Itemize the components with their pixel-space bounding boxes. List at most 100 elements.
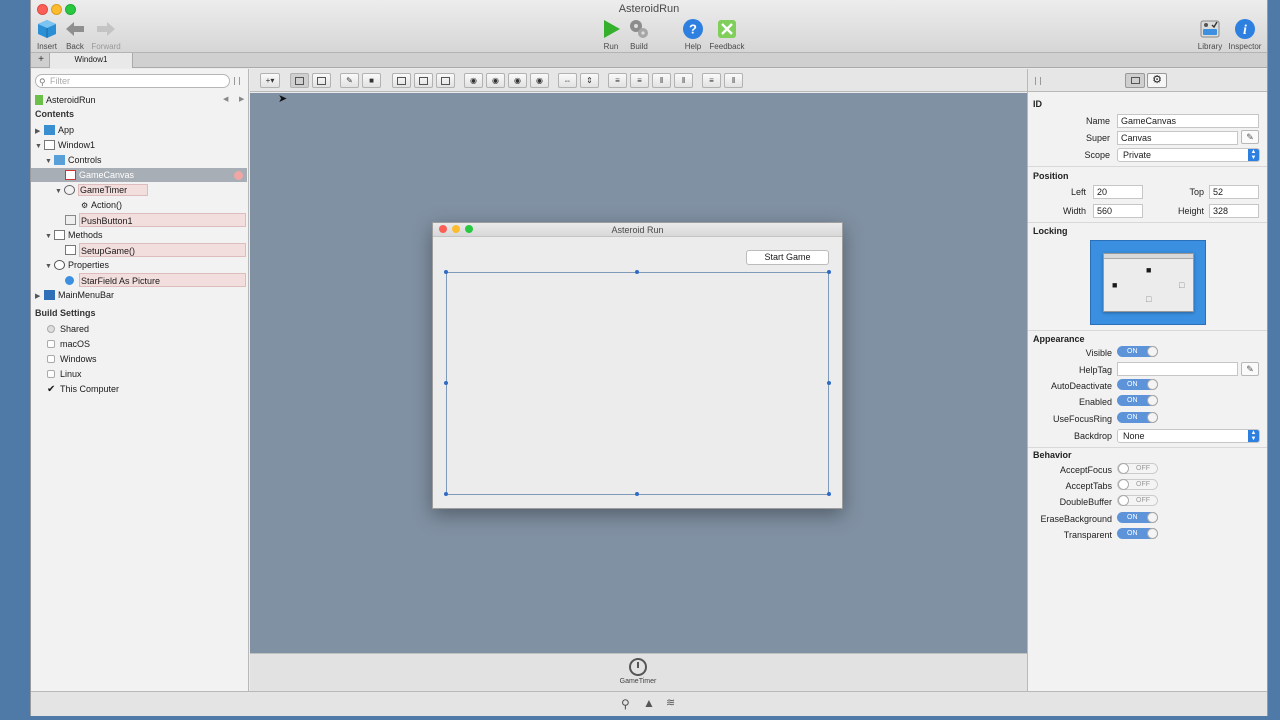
start-game-button[interactable]: Start Game bbox=[746, 250, 829, 265]
filter-input[interactable]: ⚲ Filter bbox=[35, 74, 230, 88]
erasebackground-toggle[interactable]: ON bbox=[1117, 512, 1158, 523]
view-tab-order-button[interactable] bbox=[312, 73, 331, 88]
width-field[interactable]: 560 bbox=[1093, 204, 1143, 218]
visible-toggle[interactable]: ON bbox=[1117, 346, 1158, 357]
back-button[interactable]: Back bbox=[61, 17, 89, 51]
backdrop-select[interactable]: None ▲ ▼ bbox=[1117, 429, 1260, 443]
build-windows[interactable]: Windows bbox=[47, 352, 97, 366]
delete-badge-icon[interactable] bbox=[234, 171, 243, 180]
enabled-toggle[interactable]: ON bbox=[1117, 395, 1158, 406]
resize-handle[interactable] bbox=[635, 492, 639, 496]
sidebar-item-app[interactable]: ▶ App bbox=[35, 123, 74, 137]
warning-icon[interactable]: ▲ bbox=[643, 696, 655, 710]
resize-handle[interactable] bbox=[444, 492, 448, 496]
order-back-button[interactable] bbox=[414, 73, 433, 88]
sidebar-item-properties[interactable]: ▼ Properties bbox=[45, 258, 109, 272]
designer-window-preview[interactable]: Asteroid Run Start Game bbox=[432, 222, 843, 509]
lock-button[interactable]: ■ bbox=[362, 73, 381, 88]
build-macos[interactable]: macOS bbox=[47, 337, 90, 351]
sidebar-item-window1[interactable]: ▼ Window1 bbox=[35, 138, 95, 152]
linux-checkbox[interactable] bbox=[47, 370, 55, 378]
tab-window1[interactable]: Window1 bbox=[49, 53, 133, 68]
lock-top-icon[interactable]: ■ bbox=[1146, 265, 1151, 275]
doublebuffer-toggle[interactable]: OFF bbox=[1117, 495, 1158, 506]
disclosure-right-icon[interactable]: ▶ bbox=[35, 290, 44, 304]
usefocusring-toggle[interactable]: ON bbox=[1117, 412, 1158, 423]
resize-handle[interactable] bbox=[827, 381, 831, 385]
sidebar-item-mainmenubar[interactable]: ▶ MainMenuBar bbox=[35, 288, 114, 302]
align-1-button[interactable]: ◉ bbox=[464, 73, 483, 88]
edit-button[interactable]: ✎ bbox=[340, 73, 359, 88]
top-field[interactable]: 52 bbox=[1209, 185, 1259, 199]
sidebar-item-setupgame[interactable]: SetupGame() bbox=[65, 243, 246, 257]
disclosure-down-icon[interactable]: ▼ bbox=[45, 155, 54, 169]
insert-button[interactable]: Insert bbox=[33, 17, 61, 51]
sidebar-item-gamecanvas[interactable]: GameCanvas bbox=[31, 168, 247, 182]
build-button[interactable]: Build bbox=[625, 17, 653, 51]
space-h-button[interactable]: ≡ bbox=[702, 73, 721, 88]
feedback-button[interactable]: Feedback bbox=[707, 17, 747, 51]
view-layout-button[interactable] bbox=[290, 73, 309, 88]
prev-arrow-icon[interactable]: ◀ bbox=[223, 93, 228, 107]
disclosure-down-icon[interactable]: ▼ bbox=[55, 185, 64, 199]
id-tab-button[interactable] bbox=[1125, 73, 1145, 88]
feed-icon[interactable]: ≋ bbox=[666, 696, 675, 709]
splitter-grip-icon[interactable] bbox=[234, 77, 240, 85]
space-v-button[interactable]: ‖ bbox=[724, 73, 743, 88]
sidebar-item-gametimer[interactable]: ▼ GameTimer bbox=[55, 183, 149, 199]
unlock-bottom-icon[interactable]: □ bbox=[1146, 294, 1151, 304]
inspector-button[interactable]: i Inspector bbox=[1227, 17, 1263, 51]
sidebar-item-action-event[interactable]: ⚙ Action() bbox=[81, 198, 122, 212]
unlock-right-icon[interactable]: □ bbox=[1179, 280, 1184, 290]
disclosure-down-icon[interactable]: ▼ bbox=[35, 140, 44, 154]
resize-handle[interactable] bbox=[827, 270, 831, 274]
align-right-button[interactable]: ≡ bbox=[630, 73, 649, 88]
add-item-button[interactable]: +▾ bbox=[260, 73, 280, 88]
search-icon[interactable]: ⚲ bbox=[621, 697, 630, 711]
super-edit-button[interactable]: ✎ bbox=[1241, 130, 1259, 144]
align-2-button[interactable]: ◉ bbox=[486, 73, 505, 88]
height-field[interactable]: 328 bbox=[1209, 204, 1259, 218]
tray-item-gametimer[interactable]: GameTimer bbox=[618, 658, 658, 685]
settings-tab-button[interactable]: ⚙ bbox=[1147, 73, 1167, 88]
distribute-h-button[interactable]: ⇔ bbox=[558, 73, 577, 88]
forward-button[interactable]: Forward bbox=[89, 17, 123, 51]
disclosure-right-icon[interactable]: ▶ bbox=[35, 125, 44, 139]
resize-handle[interactable] bbox=[635, 270, 639, 274]
autodeactivate-toggle[interactable]: ON bbox=[1117, 379, 1158, 390]
acceptfocus-toggle[interactable]: OFF bbox=[1117, 463, 1158, 474]
build-this-computer[interactable]: ✔ This Computer bbox=[47, 382, 119, 396]
order-front-button[interactable] bbox=[392, 73, 411, 88]
build-shared[interactable]: Shared bbox=[47, 322, 89, 336]
sidebar-item-starfield[interactable]: StarField As Picture bbox=[65, 273, 246, 287]
splitter-grip-icon[interactable] bbox=[1035, 77, 1041, 85]
super-field[interactable]: Canvas bbox=[1117, 131, 1238, 145]
resize-handle[interactable] bbox=[827, 492, 831, 496]
transparent-toggle[interactable]: ON bbox=[1117, 528, 1158, 539]
left-field[interactable]: 20 bbox=[1093, 185, 1143, 199]
build-linux[interactable]: Linux bbox=[47, 367, 82, 381]
accepttabs-toggle[interactable]: OFF bbox=[1117, 479, 1158, 490]
resize-handle[interactable] bbox=[444, 381, 448, 385]
disclosure-down-icon[interactable]: ▼ bbox=[45, 260, 54, 274]
scope-select[interactable]: Private ▲ ▼ bbox=[1117, 148, 1260, 162]
library-button[interactable]: Library bbox=[1195, 17, 1225, 51]
disclosure-down-icon[interactable]: ▼ bbox=[45, 230, 54, 244]
sidebar-item-controls[interactable]: ▼ Controls bbox=[45, 153, 102, 167]
align-4-button[interactable]: ◉ bbox=[530, 73, 549, 88]
next-arrow-icon[interactable]: ▶ bbox=[239, 93, 244, 107]
group-button[interactable] bbox=[436, 73, 455, 88]
name-field[interactable]: GameCanvas bbox=[1117, 114, 1259, 128]
helptag-field[interactable] bbox=[1117, 362, 1238, 376]
sidebar-item-pushbutton1[interactable]: PushButton1 bbox=[65, 213, 246, 227]
sidebar-item-methods[interactable]: ▼ Methods bbox=[45, 228, 103, 242]
distribute-v-button[interactable]: ⇕ bbox=[580, 73, 599, 88]
project-row[interactable]: AsteroidRun ◀ ▶ bbox=[35, 93, 247, 107]
macos-checkbox[interactable] bbox=[47, 340, 55, 348]
align-3-button[interactable]: ◉ bbox=[508, 73, 527, 88]
align-bottom-button[interactable]: ‖ bbox=[674, 73, 693, 88]
new-tab-button[interactable]: + bbox=[34, 53, 48, 68]
run-button[interactable]: Run bbox=[597, 17, 625, 51]
locking-widget[interactable]: ■ ■ □ □ bbox=[1090, 240, 1206, 325]
game-canvas-control[interactable] bbox=[444, 270, 831, 496]
